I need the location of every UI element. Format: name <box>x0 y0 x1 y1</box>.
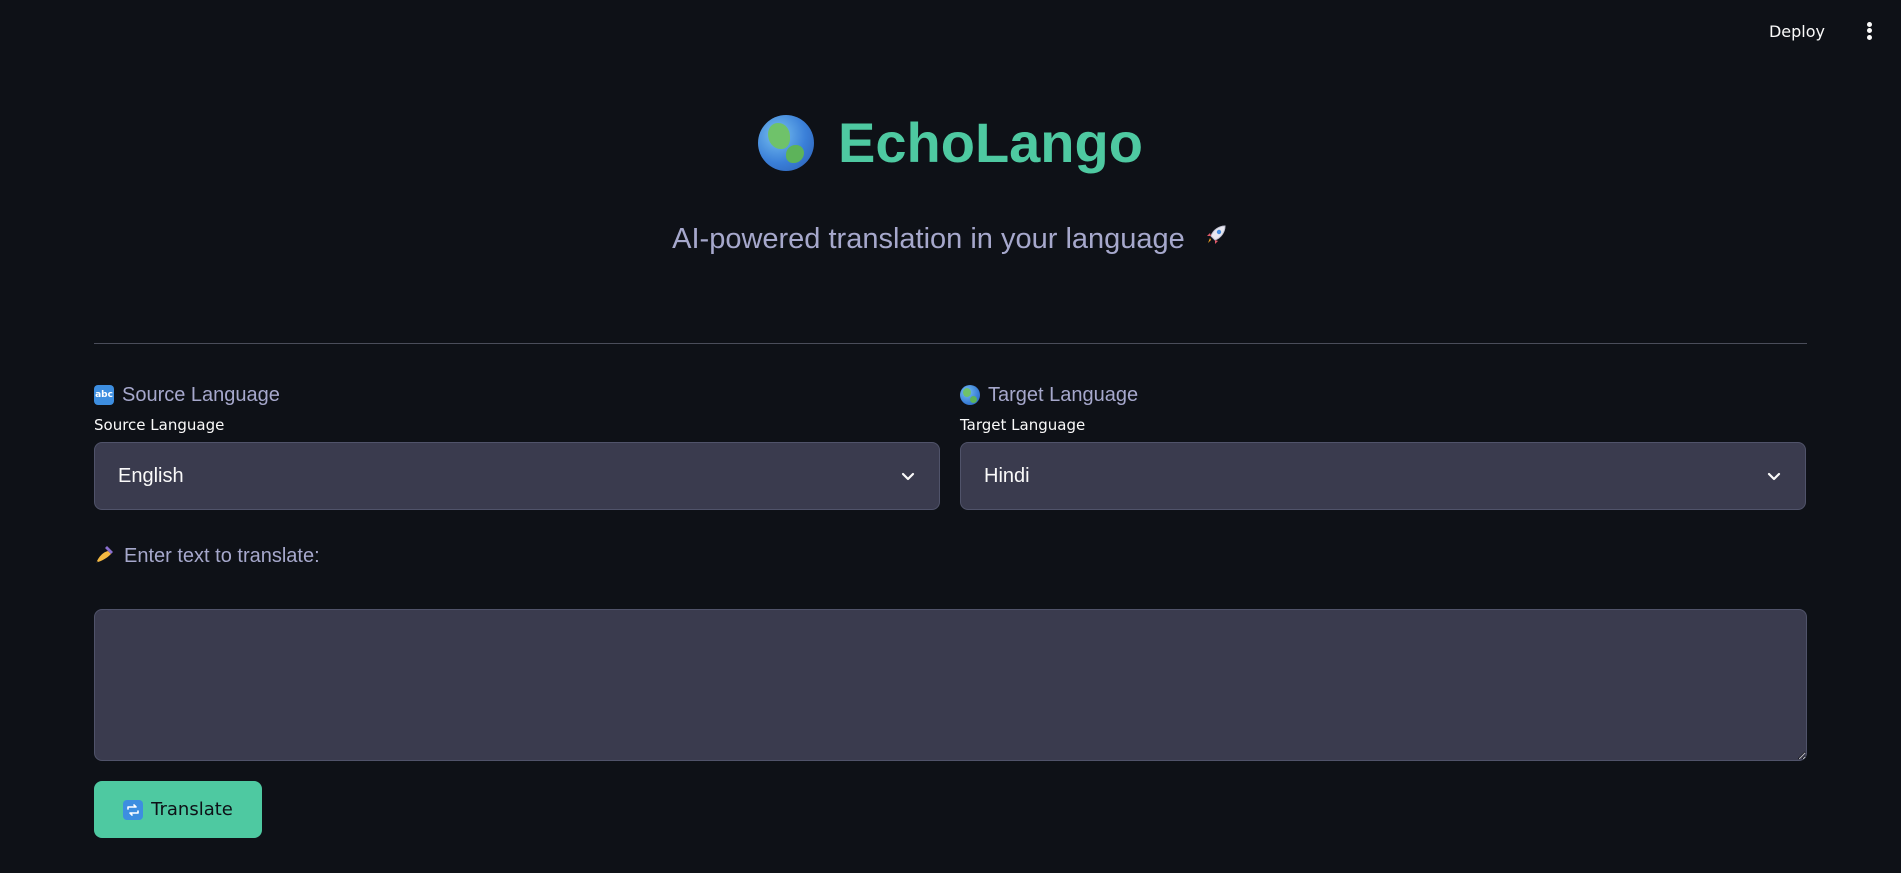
kebab-menu-icon[interactable] <box>1863 20 1875 44</box>
page-subtitle: AI-powered translation in your language <box>672 223 1185 255</box>
globe-icon <box>960 385 980 405</box>
target-language-value: Hindi <box>984 464 1030 487</box>
source-language-select[interactable]: English <box>94 442 940 510</box>
page-title: EchoLango <box>838 111 1143 174</box>
target-language-select[interactable]: Hindi <box>960 442 1806 510</box>
section-divider <box>94 343 1807 344</box>
top-toolbar: Deploy <box>0 0 1901 64</box>
page-title-container: EchoLango <box>758 110 1143 175</box>
writing-hand-icon <box>94 543 116 569</box>
source-language-heading-text: Source Language <box>122 383 280 406</box>
translate-button-label: Translate <box>151 799 233 820</box>
deploy-button[interactable]: Deploy <box>1761 18 1833 45</box>
page-header: EchoLango <box>0 110 1901 176</box>
globe-icon <box>758 114 815 171</box>
source-language-column: abc Source Language Source Language Engl… <box>94 380 940 510</box>
rocket-icon <box>1203 222 1229 255</box>
translate-button[interactable]: Translate <box>94 781 262 838</box>
source-language-heading: abc Source Language <box>94 380 940 410</box>
chevron-down-icon <box>1767 472 1781 481</box>
target-language-heading-text: Target Language <box>988 383 1139 406</box>
abc-icon: abc <box>94 385 114 405</box>
target-language-label: Target Language <box>960 416 1086 434</box>
text-input-prompt-label: Enter text to translate: <box>124 544 320 567</box>
source-language-label: Source Language <box>94 416 225 434</box>
translate-text-input[interactable] <box>94 609 1807 761</box>
target-language-heading: Target Language <box>960 380 1806 410</box>
page-subtitle-container: AI-powered translation in your language <box>0 222 1901 256</box>
repeat-icon <box>123 799 144 820</box>
source-language-value: English <box>118 464 184 487</box>
target-language-column: Target Language Target Language Hindi <box>960 380 1806 510</box>
chevron-down-icon <box>901 472 915 481</box>
text-input-prompt: Enter text to translate: <box>94 543 320 569</box>
